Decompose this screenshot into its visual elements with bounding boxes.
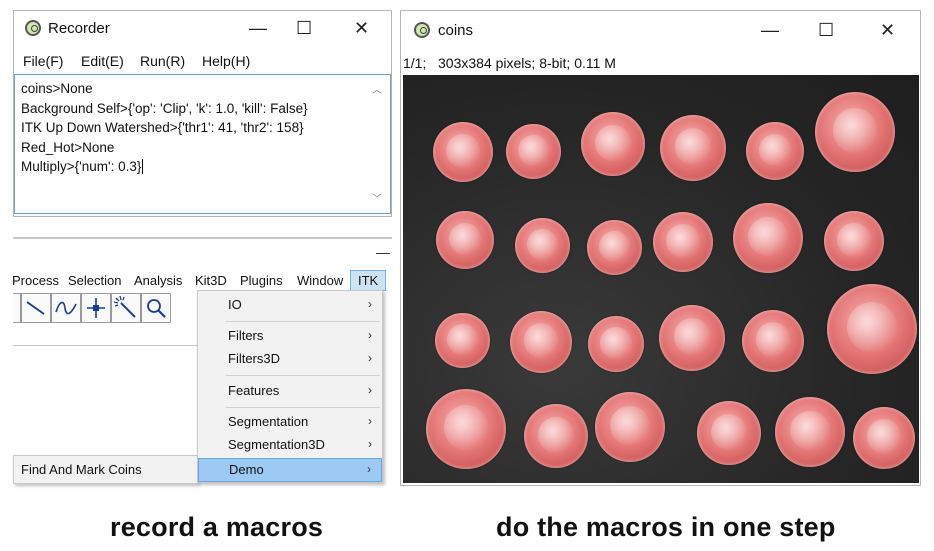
recorder-window: Recorder — ☐ ✕ File(F) Edit(E) Run(R) He… (13, 10, 392, 217)
coin (581, 112, 645, 176)
menu-item-io[interactable]: IO › (198, 294, 382, 317)
menu-item-filters[interactable]: Filters › (198, 325, 382, 348)
menu-separator (226, 375, 380, 376)
window-title: coins (438, 22, 474, 39)
macro-line: Red_Hot>None (21, 139, 115, 155)
macro-text-area[interactable]: coins>None Background Self>{'op': 'Clip'… (14, 74, 391, 214)
coin (653, 212, 713, 272)
macro-line: Multiply>{'num': 0.3} (21, 159, 144, 174)
coin (506, 124, 561, 179)
point-tool-icon[interactable] (81, 293, 111, 323)
coin (824, 211, 884, 271)
minimize-button[interactable]: — (249, 19, 267, 37)
imagej-toolbar (13, 290, 193, 325)
chevron-right-icon: › (368, 328, 372, 342)
image-info: 1/1; 303x384 pixels; 8-bit; 0.11 M (403, 55, 616, 71)
coin (510, 311, 572, 373)
coin (746, 122, 804, 180)
close-button[interactable]: ✕ (880, 21, 895, 39)
maximize-button[interactable]: ☐ (296, 19, 312, 37)
coins-image[interactable] (403, 75, 919, 483)
menu-item-filters3d[interactable]: Filters3D › (198, 348, 382, 371)
menu-process[interactable]: Process (12, 273, 59, 288)
coin (588, 316, 644, 372)
coin (775, 397, 845, 467)
menu-analysis[interactable]: Analysis (134, 273, 182, 288)
image-titlebar[interactable]: coins — ☐ ✕ (401, 11, 920, 45)
coin (435, 313, 490, 368)
minimize-button[interactable]: — (761, 21, 779, 39)
coin (426, 389, 506, 469)
freehand-line-tool-icon[interactable] (51, 293, 81, 323)
menu-itk[interactable]: ITK (350, 270, 387, 291)
demo-submenu: Find And Mark Coins (13, 455, 198, 484)
menu-item-demo[interactable]: Demo › (198, 458, 382, 482)
coin (660, 115, 726, 181)
coin (587, 220, 642, 275)
menu-help[interactable]: Help(H) (202, 53, 250, 69)
imagej-separator (13, 237, 392, 239)
menu-item-segmentation3d[interactable]: Segmentation3D › (198, 434, 382, 457)
scroll-down-icon[interactable]: ﹀ (372, 190, 382, 210)
chevron-right-icon: › (368, 414, 372, 428)
coin (659, 305, 725, 371)
menu-item-features[interactable]: Features › (198, 380, 382, 403)
scroll-up-icon[interactable]: ︿ (372, 81, 382, 101)
coin (515, 218, 570, 273)
coin (595, 392, 665, 462)
menu-selection[interactable]: Selection (68, 273, 121, 288)
menu-item-find-and-mark-coins[interactable]: Find And Mark Coins (21, 462, 142, 477)
chevron-right-icon: › (368, 437, 372, 451)
right-caption: do the macros in one step (496, 512, 836, 542)
menu-plugins[interactable]: Plugins (240, 273, 283, 288)
coin (524, 404, 588, 468)
maximize-button[interactable]: ☐ (818, 21, 834, 39)
menu-separator (226, 407, 380, 408)
imagej-minimize-button[interactable]: — (376, 244, 390, 260)
coin (815, 92, 895, 172)
menu-separator (226, 321, 380, 322)
menu-file[interactable]: File(F) (23, 53, 63, 69)
tool-left-edge[interactable] (13, 293, 21, 323)
close-button[interactable]: ✕ (354, 19, 369, 37)
chevron-right-icon: › (368, 297, 372, 311)
coin (733, 203, 803, 273)
recorder-titlebar[interactable]: Recorder — ☐ ✕ (14, 11, 391, 45)
app-icon (25, 20, 41, 36)
menu-window[interactable]: Window (297, 273, 343, 288)
menu-kit3d[interactable]: Kit3D (195, 273, 227, 288)
coin (827, 284, 917, 374)
chevron-right-icon: › (367, 462, 371, 476)
window-title: Recorder (48, 20, 110, 37)
wand-tool-icon[interactable] (111, 293, 141, 323)
image-window: coins — ☐ ✕ 1/1; 303x384 pixels; 8-bit; … (400, 10, 921, 486)
macro-line: Background Self>{'op': 'Clip', 'k': 1.0,… (21, 100, 308, 116)
coin (436, 211, 494, 269)
coin (742, 310, 804, 372)
menu-run[interactable]: Run(R) (140, 53, 185, 69)
coin (697, 401, 761, 465)
macro-line: coins>None (21, 81, 93, 96)
chevron-right-icon: › (368, 383, 372, 397)
straight-line-tool-icon[interactable] (21, 293, 51, 323)
left-caption: record a macros (110, 512, 324, 542)
text-cursor (142, 159, 144, 174)
coin (853, 407, 915, 469)
toolbar-bottom-line (13, 345, 198, 346)
menu-edit[interactable]: Edit(E) (81, 53, 124, 69)
macro-line: ITK Up Down Watershed>{'thr1': 41, 'thr2… (21, 120, 304, 135)
coin (433, 122, 493, 182)
magnifier-tool-icon[interactable] (141, 293, 171, 323)
chevron-right-icon: › (368, 351, 372, 365)
menu-item-segmentation[interactable]: Segmentation › (198, 411, 382, 434)
itk-dropdown-menu: IO › Filters › Filters3D › Features › Segmen… (197, 290, 383, 483)
app-icon (414, 22, 430, 38)
